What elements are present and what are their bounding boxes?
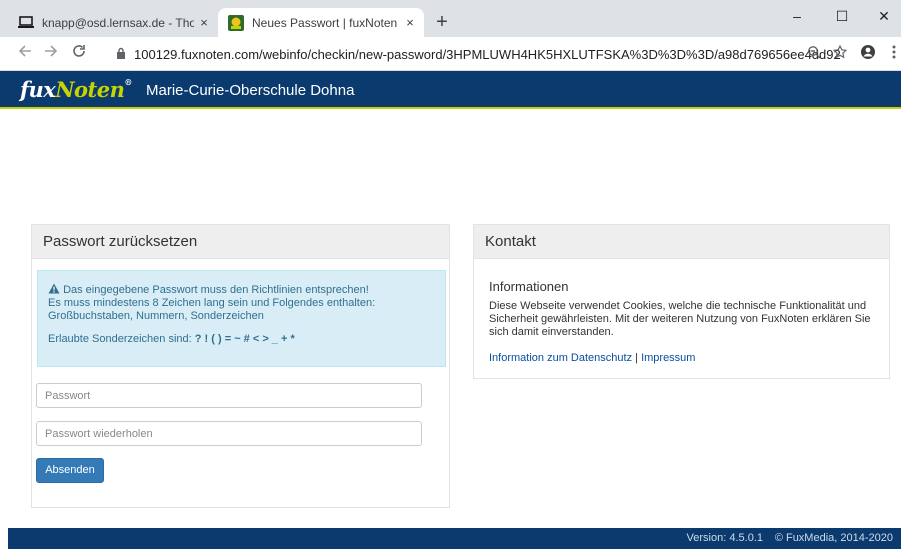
special-chars-row: Erlaubte Sonderzeichen sind: ? ! ( ) = ~… [48,333,437,346]
browser-tab-strip: knapp@osd.lernsax.de - Thomas × Neues Pa… [0,0,901,37]
info-heading: Informationen [489,279,569,294]
alert-line-1: Das eingegebene Passwort muss den Richtl… [63,284,369,296]
maximize-button[interactable]: ☐ [822,4,862,28]
link-separator: | [635,352,638,364]
logo-fux-text: fux [20,77,56,102]
site-header: fuxNoten® Marie-Curie-Oberschule Dohna [0,71,901,109]
copyright-text: © FuxMedia, 2014-2020 [774,532,893,544]
bookmark-star-icon[interactable] [830,44,850,64]
url-text: 100129.fuxnoten.com/webinfo/checkin/new-… [134,46,840,62]
address-bar[interactable]: 100129.fuxnoten.com/webinfo/checkin/new-… [100,40,840,68]
page-margin [0,111,7,549]
cookie-info-text: Diese Webseite verwendet Cookies, welche… [489,300,871,338]
warning-icon [48,283,63,296]
tab-title: knapp@osd.lernsax.de - Thomas [42,15,194,30]
submit-button[interactable]: Absenden [36,458,104,483]
lock-icon [116,47,126,62]
browser-toolbar: 100129.fuxnoten.com/webinfo/checkin/new-… [0,37,901,71]
browser-tab-lernsax[interactable]: knapp@osd.lernsax.de - Thomas × [8,8,218,37]
tab-title: Neues Passwort | fuxNoten [252,15,398,30]
close-tab-icon[interactable]: × [194,15,214,30]
password-rules-alert: Das eingegebene Passwort muss den Richtl… [37,270,446,367]
fuxnoten-logo[interactable]: fuxNoten® [20,77,132,102]
site-footer: Version: 4.5.0.1 © FuxMedia, 2014-2020 [8,528,901,549]
special-chars-label: Erlaubte Sonderzeichen sind: [48,333,192,345]
imprint-link[interactable]: Impressum [641,352,695,364]
laptop-icon [18,15,34,31]
logo-noten-text: Noten [55,77,125,102]
minimize-button[interactable]: – [777,4,817,28]
contact-panel-title: Kontakt [474,225,889,259]
fuxnoten-favicon-icon [228,14,244,31]
school-name: Marie-Curie-Oberschule Dohna [146,82,355,99]
reload-icon[interactable] [68,43,90,65]
password-input[interactable] [36,383,422,408]
new-tab-button[interactable]: + [430,11,454,35]
alert-line-3: Großbuchstaben, Nummern, Sonderzeichen [48,310,264,322]
browser-tab-fuxnoten[interactable]: Neues Passwort | fuxNoten × [218,8,424,37]
alert-line-2: Es muss mindestens 8 Zeichen lang sein u… [48,297,376,309]
back-arrow-icon[interactable] [14,43,36,65]
version-text: Version: 4.5.0.1 [686,532,763,544]
close-tab-icon[interactable]: × [400,15,420,30]
forward-arrow-icon[interactable] [40,43,62,65]
reset-panel-title: Passwort zurücksetzen [32,225,449,259]
window-close-button[interactable]: ✕ [864,4,901,28]
menu-dots-icon[interactable] [884,44,901,64]
zoom-icon[interactable] [804,44,824,64]
contact-links: Information zum Datenschutz | Impressum [489,352,695,364]
special-chars-list: ? ! ( ) = ~ # < > _ + * [194,333,295,345]
profile-icon[interactable] [858,44,878,64]
logo-registered-mark: ® [124,77,132,87]
privacy-link[interactable]: Information zum Datenschutz [489,352,632,364]
password-repeat-input[interactable] [36,421,422,446]
